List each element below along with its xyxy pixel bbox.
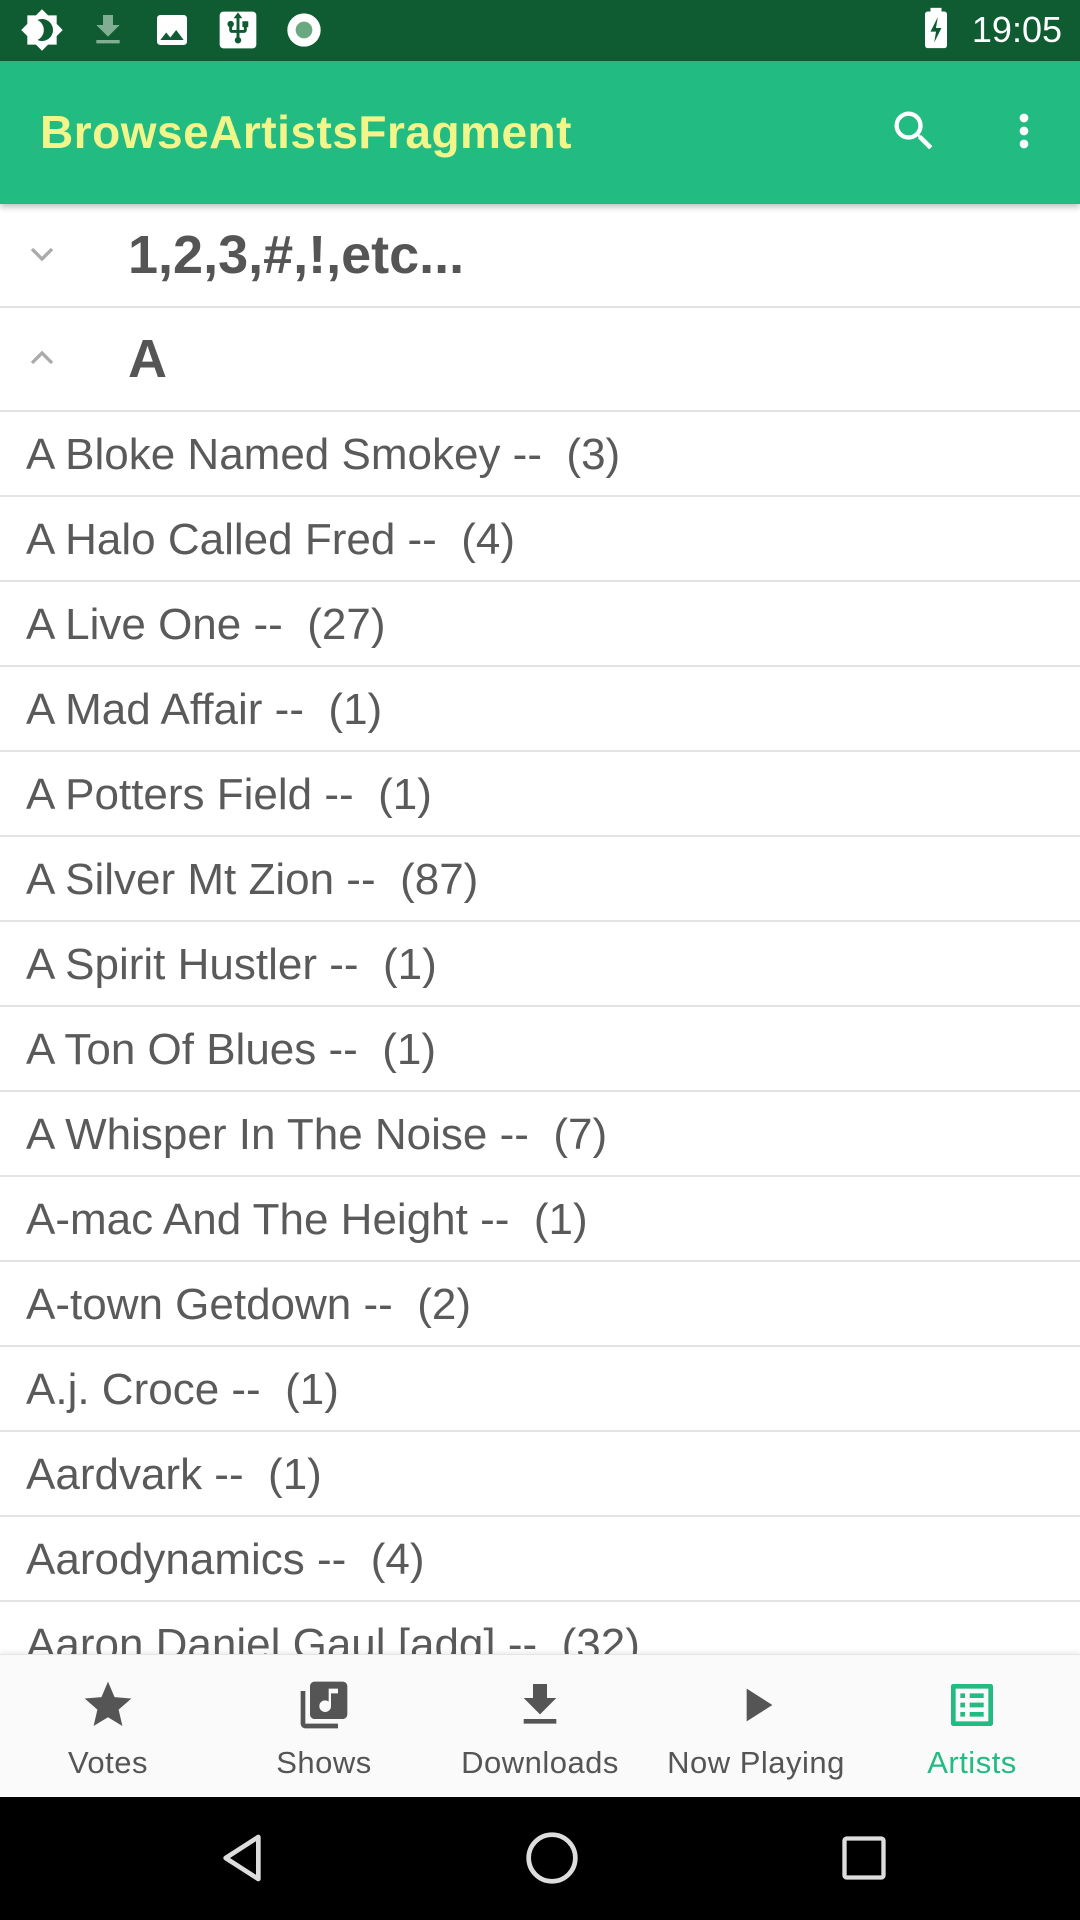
artist-label: A Halo Called Fred -- (4)	[26, 515, 516, 564]
artist-label: A-mac And The Height -- (1)	[26, 1195, 588, 1244]
list-item[interactable]: Aardvark -- (1)	[0, 1432, 1080, 1517]
play-icon	[728, 1677, 784, 1733]
artist-label: A.j. Croce -- (1)	[26, 1365, 339, 1414]
brightness-icon	[20, 8, 64, 52]
artist-label: A Live One -- (27)	[26, 600, 386, 649]
list-item[interactable]: A-mac And The Height -- (1)	[0, 1177, 1080, 1262]
image-icon	[152, 10, 192, 50]
list-icon	[944, 1677, 1000, 1733]
artist-label: Aarodynamics -- (4)	[26, 1535, 425, 1584]
chevron-down-icon	[22, 234, 62, 274]
recents-icon	[838, 1832, 890, 1889]
list-item[interactable]: A Ton Of Blues -- (1)	[0, 1007, 1080, 1092]
star-icon	[80, 1677, 136, 1733]
nav-artists[interactable]: Artists	[864, 1655, 1080, 1798]
nav-shows[interactable]: Shows	[216, 1655, 432, 1798]
nav-label: Shows	[276, 1745, 372, 1780]
nav-downloads[interactable]: Downloads	[432, 1655, 648, 1798]
system-navigation-bar	[0, 1797, 1080, 1920]
clock: 19:05	[971, 9, 1062, 50]
chevron-up-icon	[22, 338, 62, 378]
artist-label: Aaron Daniel Gaul [adg] -- (32)	[26, 1620, 640, 1654]
nav-label: Downloads	[461, 1745, 619, 1780]
nav-label: Now Playing	[667, 1745, 845, 1780]
list-item[interactable]: A Halo Called Fred -- (4)	[0, 497, 1080, 582]
recents-button[interactable]	[829, 1825, 899, 1895]
artist-label: A Silver Mt Zion -- (87)	[26, 855, 479, 904]
list-item[interactable]: A-town Getdown -- (2)	[0, 1262, 1080, 1347]
list-item[interactable]: A Silver Mt Zion -- (87)	[0, 837, 1080, 922]
home-icon	[524, 1830, 580, 1891]
app-bar: BrowseArtistsFragment	[0, 61, 1080, 204]
list-item[interactable]: A Potters Field -- (1)	[0, 752, 1080, 837]
search-button[interactable]	[882, 101, 946, 165]
artist-label: Aardvark -- (1)	[26, 1450, 322, 1499]
overflow-menu-button[interactable]	[992, 101, 1056, 165]
list-item[interactable]: A.j. Croce -- (1)	[0, 1347, 1080, 1432]
artist-label: A Mad Affair -- (1)	[26, 685, 383, 734]
group-header-numbers[interactable]: 1,2,3,#,!,etc...	[0, 204, 1080, 308]
download-icon	[512, 1677, 568, 1733]
back-button[interactable]	[207, 1825, 277, 1895]
list-item[interactable]: A Spirit Hustler -- (1)	[0, 922, 1080, 1007]
list-item[interactable]: Aaron Daniel Gaul [adg] -- (32)	[0, 1602, 1080, 1654]
artist-label: A Ton Of Blues -- (1)	[26, 1025, 437, 1074]
group-header-a[interactable]: A	[0, 308, 1080, 412]
group-header-label: 1,2,3,#,!,etc...	[128, 225, 465, 285]
bottom-navigation: Votes Shows Downloads Now Playing Artist…	[0, 1654, 1080, 1798]
list-item[interactable]: A Bloke Named Smokey -- (3)	[0, 412, 1080, 497]
artist-list[interactable]: 1,2,3,#,!,etc... A A Bloke Named Smokey …	[0, 204, 1080, 1654]
record-icon	[284, 10, 324, 50]
search-icon	[888, 105, 940, 162]
artist-label: A-town Getdown -- (2)	[26, 1280, 472, 1329]
usb-icon	[216, 8, 260, 52]
artist-label: A Potters Field -- (1)	[26, 770, 432, 819]
home-button[interactable]	[517, 1825, 587, 1895]
nav-label: Votes	[67, 1745, 149, 1780]
page-title: BrowseArtistsFragment	[40, 106, 572, 158]
list-item[interactable]: A Whisper In The Noise -- (7)	[0, 1092, 1080, 1177]
list-item[interactable]: Aarodynamics -- (4)	[0, 1517, 1080, 1602]
artist-label: A Whisper In The Noise -- (7)	[26, 1110, 608, 1159]
back-icon	[214, 1830, 270, 1891]
nav-votes[interactable]: Votes	[0, 1655, 216, 1798]
battery-charging-icon	[922, 6, 950, 55]
artist-label: A Spirit Hustler -- (1)	[26, 940, 437, 989]
more-vert-icon	[998, 105, 1050, 162]
status-bar: 19:05	[0, 0, 1080, 61]
music-library-icon	[296, 1677, 352, 1733]
nav-now-playing[interactable]: Now Playing	[648, 1655, 864, 1798]
group-header-label: A	[128, 329, 167, 389]
list-item[interactable]: A Mad Affair -- (1)	[0, 667, 1080, 752]
download-icon	[88, 10, 128, 50]
nav-label: Artists	[927, 1745, 1017, 1780]
artist-label: A Bloke Named Smokey -- (3)	[26, 430, 621, 479]
list-item[interactable]: A Live One -- (27)	[0, 582, 1080, 667]
